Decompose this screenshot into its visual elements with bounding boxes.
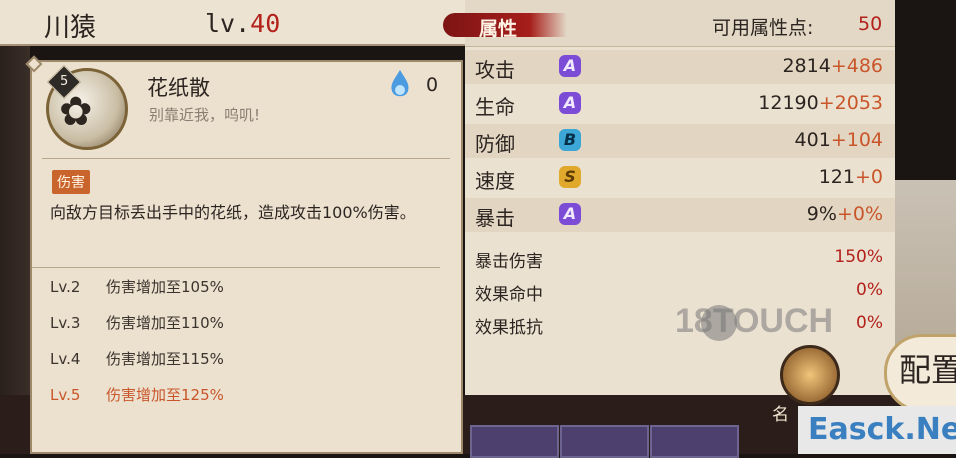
stat-name: 攻击	[475, 58, 515, 82]
upgrade-row: Lv.4 伤害增加至115%	[50, 348, 224, 369]
stat-row-defense: 防御 B 401+104	[465, 124, 895, 158]
fox-emblem-icon[interactable]	[780, 345, 840, 405]
grade-a-icon: A	[559, 92, 581, 114]
stat-row-hp: 生命 A 12190+2053	[465, 87, 895, 121]
upgrade-text: 伤害增加至125%	[106, 386, 224, 404]
site-badge-text: Easck.Net	[808, 412, 956, 447]
config-button-label: 配置	[899, 351, 956, 389]
shikigami-name: 川猿	[44, 13, 97, 43]
stat-row-crit-damage: 暴击伤害 150%	[465, 241, 895, 273]
stat-value: 0%	[856, 313, 883, 333]
watermark-text: 18TOUCH	[675, 302, 834, 340]
stat-bonus: +104	[830, 129, 883, 151]
level-prefix: lv.	[205, 9, 251, 38]
available-points-value: 50	[858, 13, 883, 35]
upgrade-level: Lv.4	[50, 350, 81, 368]
upgrade-text: 伤害增加至110%	[106, 314, 224, 332]
stat-base: 121	[818, 166, 855, 188]
site-badge: Easck.Net	[798, 406, 956, 454]
stat-value: 401+104	[795, 129, 883, 151]
upgrade-text: 伤害增加至115%	[106, 350, 224, 368]
tab-attributes-label: 属性	[479, 18, 518, 40]
skill-detail-panel: ✿ 5 花纸散 别靠近我，呜叽! 0 伤害 向敌方目标丢出手中的花纸，造成攻击1…	[30, 60, 463, 454]
skill-description: 向敌方目标丢出手中的花纸，造成攻击100%伤害。	[50, 203, 416, 222]
stat-base: 12190	[758, 92, 819, 114]
upgrade-level: Lv.2	[50, 278, 81, 296]
stat-value: 2814+486	[782, 55, 883, 77]
background-left	[0, 0, 30, 454]
stat-bonus: +0%	[836, 203, 883, 225]
grade-s-icon: S	[559, 166, 581, 188]
stat-value: 150%	[834, 247, 883, 267]
shikigami-header: 川猿 lv.40	[0, 0, 470, 46]
skill-name: 花纸散	[147, 76, 210, 100]
grade-a-icon: A	[559, 55, 581, 77]
skill-type-tag: 伤害	[52, 170, 90, 194]
attributes-header: 属性 可用属性点: 50	[443, 0, 895, 47]
stat-value: 121+0	[819, 166, 883, 188]
stat-bonus: +0	[854, 166, 883, 188]
stat-row-speed: 速度 S 121+0	[465, 161, 895, 195]
upgrade-text: 伤害增加至105%	[106, 278, 224, 296]
divider	[42, 158, 450, 159]
upgrade-row-active: Lv.5 伤害增加至125%	[50, 384, 224, 405]
stat-name: 速度	[475, 169, 515, 193]
grade-b-icon: B	[559, 129, 581, 151]
stat-row-crit: 暴击 A 9%+0%	[465, 198, 895, 232]
shikigami-card-thumb[interactable]	[470, 425, 559, 458]
orb-icon	[391, 70, 409, 97]
orb-cost: 0	[426, 74, 439, 96]
stat-base: 9%	[806, 203, 837, 225]
stat-base: 401	[794, 129, 831, 151]
upgrade-row: Lv.3 伤害增加至110%	[50, 312, 224, 333]
stat-value: 0%	[856, 280, 883, 300]
shikigami-card-thumb[interactable]	[560, 425, 649, 458]
config-button[interactable]: 配置	[884, 334, 956, 412]
stat-value: 9%+0%	[807, 203, 883, 225]
skill-level-number: 5	[59, 74, 69, 89]
upgrade-level: Lv.5	[50, 386, 81, 404]
tab-attributes[interactable]: 属性	[443, 9, 567, 41]
stat-value: 12190+2053	[758, 92, 883, 114]
stat-name: 效果命中	[475, 285, 543, 305]
shikigami-card-thumb[interactable]	[650, 425, 739, 458]
stat-bonus: +486	[830, 55, 883, 77]
skill-quote: 别靠近我，呜叽!	[149, 106, 261, 124]
stat-name: 防御	[475, 132, 515, 156]
grade-a-icon: A	[559, 203, 581, 225]
stat-name: 效果抵抗	[475, 318, 543, 338]
stat-name: 暴击	[475, 206, 515, 230]
shikigami-level: lv.40	[205, 9, 280, 38]
stat-base: 2814	[782, 55, 831, 77]
upgrade-level: Lv.3	[50, 314, 81, 332]
stat-row-attack: 攻击 A 2814+486	[465, 50, 895, 84]
divider	[32, 267, 440, 268]
name-fragment: 名	[772, 405, 789, 425]
available-points-label: 可用属性点:	[712, 17, 814, 39]
level-number: 40	[250, 9, 281, 38]
stat-name: 暴击伤害	[475, 252, 543, 272]
upgrade-row: Lv.2 伤害增加至105%	[50, 276, 224, 297]
stat-name: 生命	[475, 95, 515, 119]
stat-bonus: +2053	[818, 92, 883, 114]
